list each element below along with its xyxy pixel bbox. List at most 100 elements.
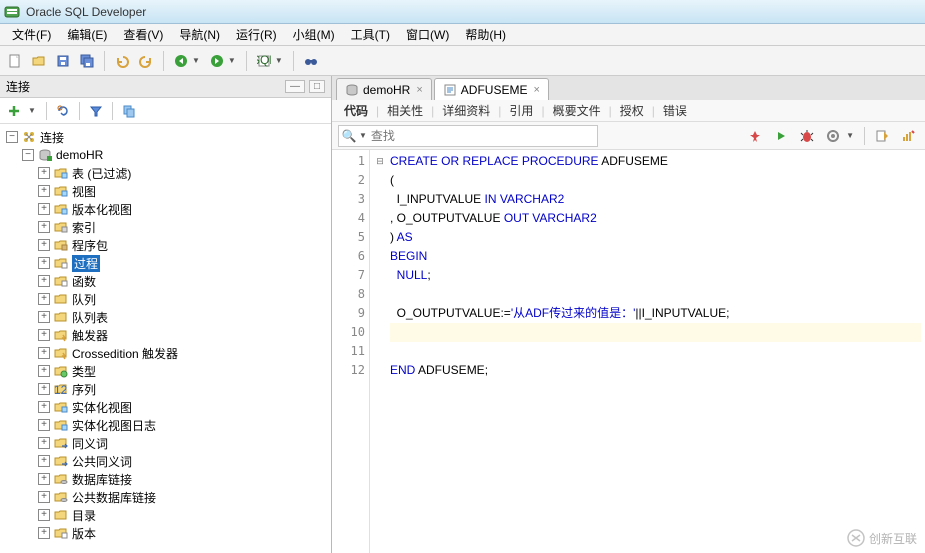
compile-button[interactable] xyxy=(822,125,844,147)
pin-button[interactable] xyxy=(744,125,766,147)
expand-icon[interactable]: + xyxy=(38,365,50,377)
panel-restore-icon[interactable]: □ xyxy=(309,80,325,93)
subtab-references[interactable]: 引用 xyxy=(503,99,539,122)
tree-editioning-views[interactable]: +版本化视图 xyxy=(0,200,331,218)
tree-synonyms[interactable]: +同义词 xyxy=(0,434,331,452)
close-icon[interactable]: × xyxy=(416,84,422,96)
code-text[interactable]: CREATE OR REPLACE PROCEDURE ADFUSEME ( I… xyxy=(390,150,925,553)
tree-sequences[interactable]: +123序列 xyxy=(0,380,331,398)
search-input[interactable] xyxy=(371,126,597,146)
subtab-dependencies[interactable]: 相关性 xyxy=(381,99,429,122)
open-button[interactable] xyxy=(28,50,50,72)
expand-icon[interactable]: + xyxy=(38,437,50,449)
back-dropdown[interactable]: ▼ xyxy=(192,56,200,65)
tree-editions[interactable]: +版本 xyxy=(0,524,331,542)
binoculars-button[interactable] xyxy=(300,50,322,72)
tab-procedure[interactable]: ADFUSEME × xyxy=(434,78,549,100)
tree-tables[interactable]: +表 (已过滤) xyxy=(0,164,331,182)
connections-tree[interactable]: − 连接 − demoHR +表 (已过滤) +视图 +版本化视图 +索引 +程… xyxy=(0,124,331,553)
expand-icon[interactable]: + xyxy=(38,221,50,233)
fold-icon[interactable]: ⊟ xyxy=(370,152,390,171)
sql-worksheet-button[interactable]: SQL xyxy=(253,50,275,72)
menu-navigate[interactable]: 导航(N) xyxy=(171,23,228,46)
expand-icon[interactable]: + xyxy=(38,527,50,539)
copy-button[interactable] xyxy=(119,101,139,121)
code-editor[interactable]: 1 2 3 4 5 6 7 8 9 10 11 12 ⊟ CREATE OR R… xyxy=(332,150,925,553)
expand-icon[interactable]: + xyxy=(38,401,50,413)
expand-icon[interactable]: − xyxy=(22,149,34,161)
menu-view[interactable]: 查看(V) xyxy=(115,23,171,46)
menu-run[interactable]: 运行(R) xyxy=(228,23,285,46)
tree-mviews[interactable]: +实体化视图 xyxy=(0,398,331,416)
expand-icon[interactable]: + xyxy=(38,293,50,305)
expand-icon[interactable]: + xyxy=(38,257,50,269)
compile-dropdown[interactable]: ▼ xyxy=(846,131,854,140)
expand-icon[interactable]: + xyxy=(38,347,50,359)
refresh-button[interactable] xyxy=(53,101,73,121)
tree-procedures[interactable]: +过程 xyxy=(0,254,331,272)
expand-icon[interactable]: + xyxy=(38,185,50,197)
tree-triggers[interactable]: +触发器 xyxy=(0,326,331,344)
menu-group[interactable]: 小组(M) xyxy=(285,23,343,46)
save-all-button[interactable] xyxy=(76,50,98,72)
expand-icon[interactable]: + xyxy=(38,311,50,323)
tree-public-synonyms[interactable]: +公共同义词 xyxy=(0,452,331,470)
sql-dropdown[interactable]: ▼ xyxy=(275,56,283,65)
subtab-details[interactable]: 详细资料 xyxy=(436,99,496,122)
tree-queues[interactable]: +队列 xyxy=(0,290,331,308)
subtab-grants[interactable]: 授权 xyxy=(614,99,650,122)
search-dropdown-icon[interactable]: ▼ xyxy=(359,131,367,140)
subtab-errors[interactable]: 错误 xyxy=(657,99,693,122)
tab-connection[interactable]: demoHR × xyxy=(336,78,432,100)
tree-types[interactable]: +类型 xyxy=(0,362,331,380)
subtab-profiles[interactable]: 概要文件 xyxy=(547,99,607,122)
tree-queue-tables[interactable]: +队列表 xyxy=(0,308,331,326)
expand-icon[interactable]: + xyxy=(38,203,50,215)
debug-button[interactable] xyxy=(796,125,818,147)
profile-button[interactable] xyxy=(897,125,919,147)
back-button[interactable] xyxy=(170,50,192,72)
tree-crossedition[interactable]: +Crossedition 触发器 xyxy=(0,344,331,362)
tree-root[interactable]: − 连接 xyxy=(0,128,331,146)
menu-edit[interactable]: 编辑(E) xyxy=(59,23,115,46)
expand-icon[interactable]: + xyxy=(38,455,50,467)
subtab-code[interactable]: 代码 xyxy=(338,99,374,122)
menu-file[interactable]: 文件(F) xyxy=(4,23,59,46)
new-button[interactable] xyxy=(4,50,26,72)
tree-connection[interactable]: − demoHR xyxy=(0,146,331,164)
undo-button[interactable] xyxy=(111,50,133,72)
new-conn-dropdown[interactable]: ▼ xyxy=(28,106,36,115)
expand-icon[interactable]: + xyxy=(38,239,50,251)
redo-button[interactable] xyxy=(135,50,157,72)
tree-public-dblinks[interactable]: +公共数据库链接 xyxy=(0,488,331,506)
expand-icon[interactable]: + xyxy=(38,491,50,503)
expand-icon[interactable]: + xyxy=(38,275,50,287)
expand-icon[interactable]: + xyxy=(38,509,50,521)
tree-directories[interactable]: +目录 xyxy=(0,506,331,524)
expand-icon[interactable]: − xyxy=(6,131,18,143)
expand-icon[interactable]: + xyxy=(38,167,50,179)
menu-help[interactable]: 帮助(H) xyxy=(457,23,514,46)
expand-icon[interactable]: + xyxy=(38,383,50,395)
forward-button[interactable] xyxy=(206,50,228,72)
menu-tools[interactable]: 工具(T) xyxy=(343,23,398,46)
tree-packages[interactable]: +程序包 xyxy=(0,236,331,254)
expand-icon[interactable]: + xyxy=(38,329,50,341)
expand-icon[interactable]: + xyxy=(38,473,50,485)
filter-button[interactable] xyxy=(86,101,106,121)
tree-functions[interactable]: +函数 xyxy=(0,272,331,290)
menu-window[interactable]: 窗口(W) xyxy=(398,23,457,46)
tree-mview-logs[interactable]: +实体化视图日志 xyxy=(0,416,331,434)
tree-indexes[interactable]: +索引 xyxy=(0,218,331,236)
run-button[interactable] xyxy=(770,125,792,147)
tree-views[interactable]: +视图 xyxy=(0,182,331,200)
tree-dblinks[interactable]: +数据库链接 xyxy=(0,470,331,488)
expand-icon[interactable]: + xyxy=(38,419,50,431)
forward-dropdown[interactable]: ▼ xyxy=(228,56,236,65)
edit-button[interactable] xyxy=(871,125,893,147)
search-icon[interactable]: 🔍 xyxy=(339,129,359,143)
panel-minimize-icon[interactable]: — xyxy=(285,80,305,93)
new-connection-button[interactable] xyxy=(4,101,24,121)
close-icon[interactable]: × xyxy=(533,84,539,96)
save-button[interactable] xyxy=(52,50,74,72)
